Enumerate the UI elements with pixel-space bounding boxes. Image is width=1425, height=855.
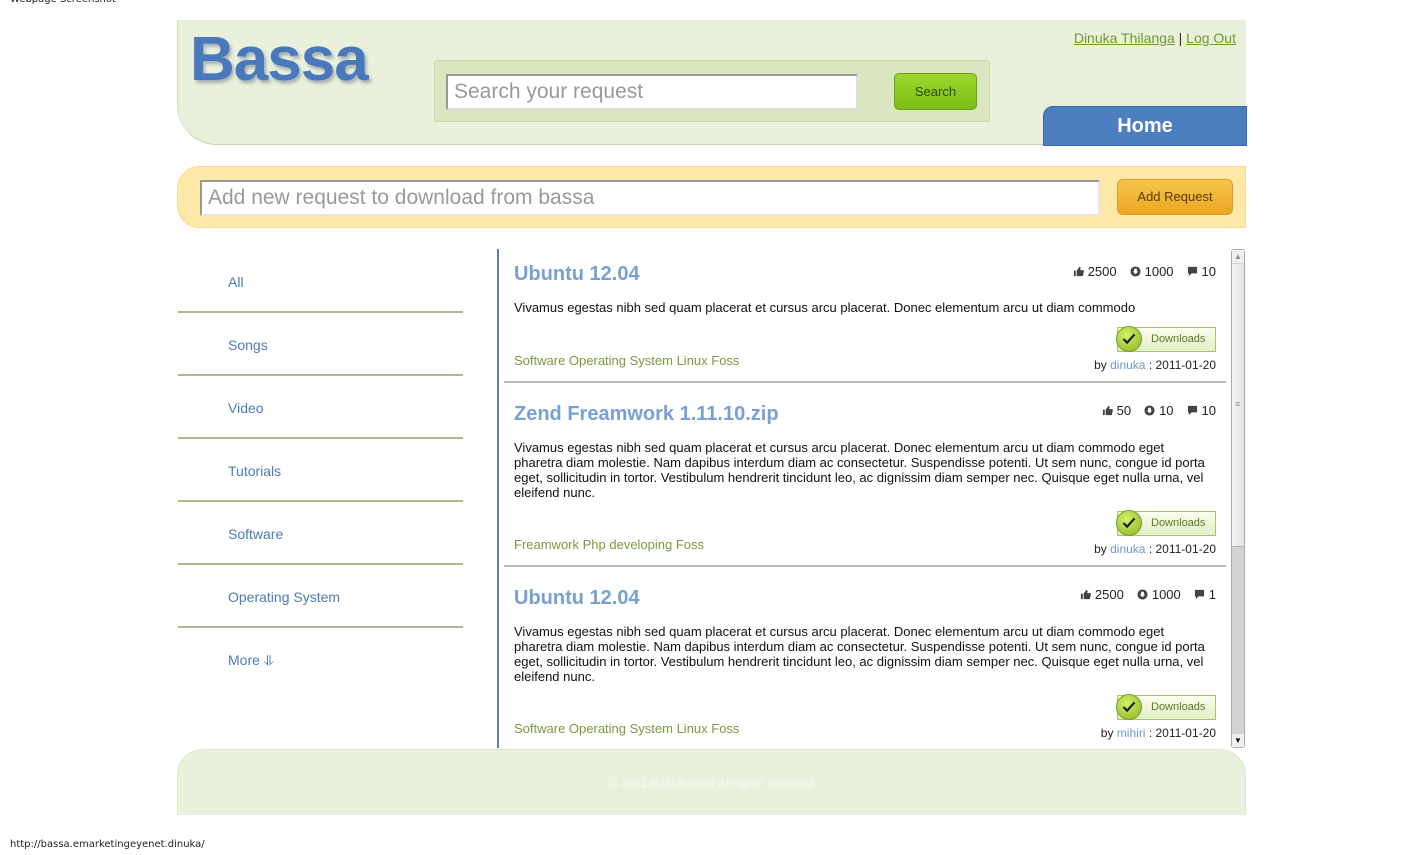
- header: Bassa Search Dinuka Thilanga | Log Out H…: [177, 20, 1247, 146]
- logo[interactable]: Bassa: [190, 24, 369, 95]
- scrollbar-grip-icon: ≡: [1235, 399, 1241, 409]
- status-bar-url: http://bassa.emarketingeyenet.dinuka/: [10, 839, 205, 850]
- by-label: by: [1100, 726, 1114, 740]
- likes-count: 2500: [1094, 587, 1124, 602]
- search-box: Search: [434, 60, 990, 122]
- checkmark-icon: [1116, 326, 1142, 352]
- request-byline: by dinuka : 2011-01-20: [1094, 358, 1216, 372]
- comment-icon: [1187, 266, 1197, 277]
- downloads-button[interactable]: Downloads: [1116, 694, 1216, 720]
- category-sidebar: All Songs Video Tutorials Software Opera…: [178, 250, 463, 689]
- footer: © 2011 Bassa client All rights reserved: [177, 749, 1246, 815]
- downloads-button-label: Downloads: [1151, 517, 1206, 529]
- downloads-button-label: Downloads: [1151, 333, 1206, 345]
- request-stats: 2500 1000 1: [1080, 587, 1216, 602]
- downloads-count: 10: [1159, 403, 1174, 418]
- sidebar-item-software[interactable]: Software: [178, 502, 463, 565]
- comment-icon: [1194, 589, 1204, 600]
- sidebar-item-label: Video: [228, 400, 264, 416]
- request-tags: Software Operating System Linux Foss: [514, 721, 740, 736]
- comment-icon: [1187, 405, 1197, 416]
- downloads-button[interactable]: Downloads: [1116, 326, 1216, 352]
- request-item: Zend Freamwork 1.11.10.zip 50 10 10 Viva…: [504, 383, 1226, 567]
- sidebar-item-operating-system[interactable]: Operating System: [178, 565, 463, 628]
- sidebar-item-tutorials[interactable]: Tutorials: [178, 439, 463, 502]
- search-button[interactable]: Search: [894, 73, 977, 110]
- user-links: Dinuka Thilanga | Log Out: [1074, 30, 1236, 46]
- sidebar-item-label: Operating System: [228, 589, 341, 605]
- thumbs-up-icon: [1073, 266, 1084, 277]
- user-link[interactable]: dinuka: [1110, 542, 1145, 556]
- request-list: Ubuntu 12.04 2500 1000 10 Vivamus egesta…: [504, 249, 1226, 748]
- divider: [497, 249, 499, 748]
- by-label: by: [1094, 542, 1107, 556]
- sidebar-item-songs[interactable]: Songs: [178, 313, 463, 376]
- separator: |: [1178, 30, 1183, 46]
- request-description: Vivamus egestas nibh sed quam placerat e…: [514, 300, 1136, 315]
- request-date: : 2011-01-20: [1148, 542, 1216, 556]
- request-byline: by mihiri : 2011-01-20: [1101, 726, 1216, 740]
- add-request-bar: Add Request: [177, 166, 1246, 228]
- comments-count: 10: [1201, 264, 1216, 279]
- sidebar-item-video[interactable]: Video: [178, 376, 463, 439]
- download-icon: [1130, 266, 1141, 277]
- add-request-button[interactable]: Add Request: [1117, 179, 1233, 215]
- add-request-input[interactable]: [200, 180, 1100, 216]
- sidebar-item-label: All: [228, 274, 244, 290]
- request-description: Vivamus egestas nibh sed quam placerat e…: [514, 440, 1205, 500]
- sidebar-item-label: Tutorials: [228, 463, 282, 479]
- request-tags: Freamwork Php developing Foss: [514, 537, 705, 552]
- downloads-count: 1000: [1144, 264, 1174, 279]
- request-title[interactable]: Zend Freamwork 1.11.10.zip: [514, 403, 779, 426]
- request-byline: by dinuka : 2011-01-20: [1094, 542, 1216, 556]
- request-title[interactable]: Ubuntu 12.04: [514, 263, 640, 286]
- checkmark-icon: [1116, 510, 1142, 536]
- sidebar-item-more[interactable]: More ⥥: [178, 628, 463, 689]
- thumbs-up-icon: [1080, 589, 1091, 600]
- downloads-button-label: Downloads: [1151, 701, 1206, 713]
- copyright-text: © 2011 Bassa client All rights reserved: [609, 776, 814, 790]
- comments-count: 1: [1208, 587, 1216, 602]
- sidebar-item-label: Software: [228, 526, 284, 542]
- request-title[interactable]: Ubuntu 12.04: [514, 587, 640, 610]
- request-date: : 2011-01-20: [1148, 726, 1216, 740]
- sidebar-item-all[interactable]: All: [178, 250, 463, 313]
- request-stats: 2500 1000 10: [1073, 264, 1216, 279]
- request-stats: 50 10 10: [1102, 403, 1216, 418]
- downloads-button[interactable]: Downloads: [1116, 510, 1216, 536]
- likes-count: 2500: [1087, 264, 1117, 279]
- tab-home[interactable]: Home: [1043, 106, 1247, 146]
- search-input[interactable]: [446, 74, 858, 110]
- scroll-down-arrow-icon[interactable]: ▼: [1232, 734, 1244, 747]
- downloads-count: 1000: [1151, 587, 1181, 602]
- likes-count: 50: [1116, 403, 1132, 418]
- request-item: Ubuntu 12.04 2500 1000 1 Vivamus egestas…: [504, 567, 1226, 748]
- request-description: Vivamus egestas nibh sed quam placerat e…: [514, 624, 1205, 684]
- sidebar-item-label: More ⥥: [228, 652, 274, 668]
- by-label: by: [1094, 358, 1107, 372]
- checkmark-icon: [1116, 694, 1142, 720]
- thumbs-up-icon: [1102, 405, 1113, 416]
- comments-count: 10: [1201, 403, 1216, 418]
- logout-link[interactable]: Log Out: [1186, 30, 1236, 46]
- request-list-scrollbar[interactable]: ▲ ≡ ▼: [1231, 249, 1245, 748]
- download-icon: [1144, 405, 1155, 416]
- user-link[interactable]: dinuka: [1110, 358, 1145, 372]
- user-link[interactable]: mihiri: [1117, 726, 1146, 740]
- request-tags: Software Operating System Linux Foss: [514, 353, 740, 368]
- sidebar-item-label: Songs: [228, 337, 268, 353]
- request-date: : 2011-01-20: [1148, 358, 1216, 372]
- download-icon: [1137, 589, 1148, 600]
- request-item: Ubuntu 12.04 2500 1000 10 Vivamus egesta…: [504, 249, 1226, 383]
- user-profile-link[interactable]: Dinuka Thilanga: [1074, 30, 1175, 46]
- scroll-up-arrow-icon[interactable]: ▲: [1232, 250, 1244, 263]
- page-caption: Webpage Screenshot: [10, 0, 116, 5]
